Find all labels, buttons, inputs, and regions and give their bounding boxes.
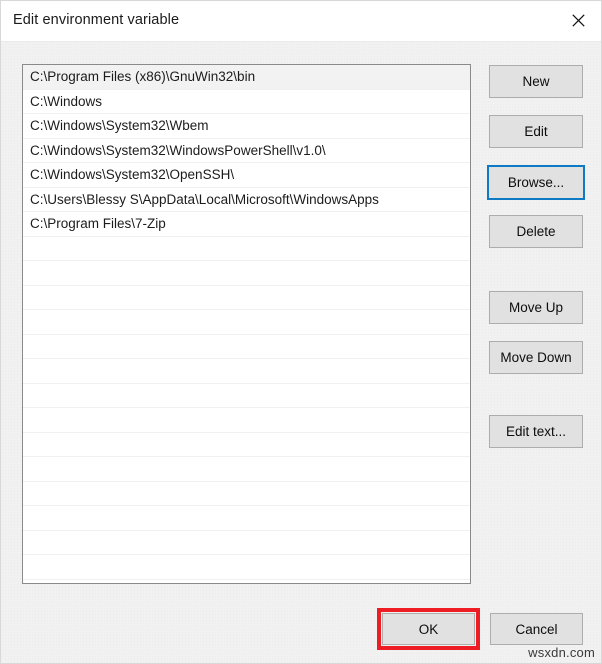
list-item-empty[interactable]	[23, 359, 470, 384]
list-item-empty[interactable]	[23, 408, 470, 433]
edit-environment-variable-dialog: Edit environment variable C:\Program Fil…	[0, 0, 602, 664]
move-down-button[interactable]: Move Down	[489, 341, 583, 374]
close-icon	[571, 14, 585, 27]
delete-button[interactable]: Delete	[489, 215, 583, 248]
move-up-button[interactable]: Move Up	[489, 291, 583, 324]
list-item-empty[interactable]	[23, 383, 470, 408]
list-item-empty[interactable]	[23, 481, 470, 506]
list-item[interactable]: C:\Users\Blessy S\AppData\Local\Microsof…	[23, 187, 470, 212]
list-item-empty[interactable]	[23, 310, 470, 335]
list-item-empty[interactable]	[23, 506, 470, 531]
list-item[interactable]: C:\Program Files\7-Zip	[23, 212, 470, 237]
list-item-empty[interactable]	[23, 334, 470, 359]
close-button[interactable]	[555, 1, 601, 40]
window-title: Edit environment variable	[13, 12, 180, 28]
list-item[interactable]: C:\Windows\System32\OpenSSH\	[23, 163, 470, 188]
cancel-button[interactable]: Cancel	[490, 613, 583, 645]
list-item[interactable]: C:\Windows\System32\Wbem	[23, 114, 470, 139]
list-item[interactable]: C:\Windows	[23, 89, 470, 114]
list-item-empty[interactable]	[23, 285, 470, 310]
title-bar: Edit environment variable	[1, 1, 601, 42]
list-item-empty[interactable]	[23, 530, 470, 555]
list-item-empty[interactable]	[23, 261, 470, 286]
path-list[interactable]: C:\Program Files (x86)\GnuWin32\bin C:\Wi…	[22, 64, 471, 584]
list-item[interactable]: C:\Program Files (x86)\GnuWin32\bin	[23, 65, 470, 90]
ok-button[interactable]: OK	[382, 613, 475, 645]
list-item-empty[interactable]	[23, 432, 470, 457]
list-item[interactable]: C:\Windows\System32\WindowsPowerShell\v1…	[23, 138, 470, 163]
list-item-empty[interactable]	[23, 236, 470, 261]
edit-text-button[interactable]: Edit text...	[489, 415, 583, 448]
browse-button[interactable]: Browse...	[487, 165, 585, 200]
new-button[interactable]: New	[489, 65, 583, 98]
list-item-empty[interactable]	[23, 555, 470, 580]
watermark: wsxdn.com	[528, 645, 595, 660]
edit-button[interactable]: Edit	[489, 115, 583, 148]
list-item-empty[interactable]	[23, 457, 470, 482]
